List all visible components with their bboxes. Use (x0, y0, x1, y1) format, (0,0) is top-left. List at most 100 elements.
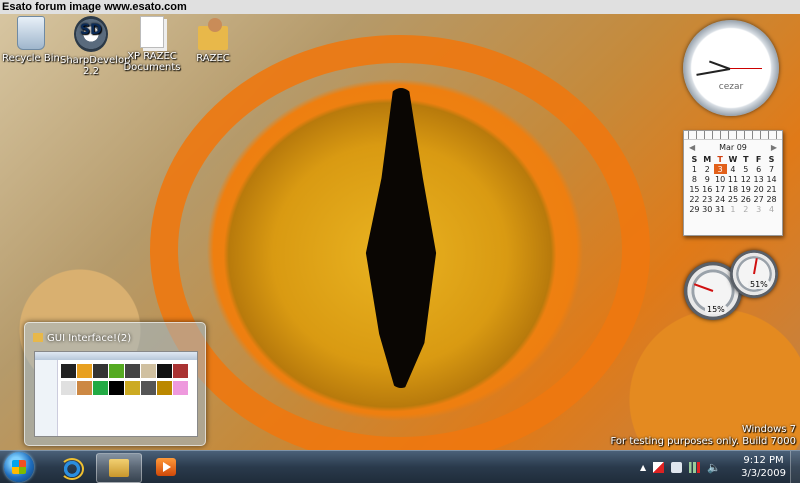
clock-gadget[interactable]: cezar (683, 20, 779, 116)
desktop-icon-sharpdevelop[interactable]: SD SharpDevelop 2.2 (60, 16, 130, 77)
preview-file-tile (141, 364, 156, 378)
preview-file-tile (157, 381, 172, 395)
cpu-value: 15% (705, 305, 727, 314)
taskbar-windows-explorer[interactable] (96, 453, 142, 483)
calendar-day[interactable]: 9 (701, 174, 714, 184)
preview-file-tile (141, 381, 156, 395)
preview-file-tile (77, 364, 92, 378)
volume-icon[interactable]: 🔈 (707, 461, 721, 474)
preview-file-tile (125, 381, 140, 395)
device-icon[interactable] (671, 461, 683, 473)
calendar-rings (684, 131, 782, 140)
calendar-day[interactable]: 10 (714, 174, 727, 184)
calendar-weekday: M (703, 154, 712, 164)
desktop-icon-xp-razec-documents[interactable]: XP RAZEC Documents (121, 16, 183, 73)
clock-second-hand (730, 68, 762, 69)
calendar-weekday: T (743, 154, 749, 164)
calendar-day[interactable]: 11 (727, 174, 740, 184)
taskbar-thumbnail-preview[interactable]: GUI Interface!(2) (24, 322, 206, 446)
preview-file-tile (61, 364, 76, 378)
calendar-day[interactable]: 2 (739, 204, 752, 214)
calendar-weekday: S (768, 154, 775, 164)
notification-area: ▲ 🔈 (640, 455, 721, 479)
calendar-day[interactable]: 23 (701, 194, 714, 204)
calendar-day[interactable]: 25 (727, 194, 740, 204)
desktop-icon-recycle-bin[interactable]: Recycle Bin (0, 16, 62, 64)
calendar-prev-button[interactable]: ◀ (689, 143, 695, 152)
calendar-day[interactable]: 18 (727, 184, 740, 194)
calendar-day[interactable]: 2 (701, 164, 714, 174)
calendar-day[interactable]: 26 (739, 194, 752, 204)
calendar-month: Mar 09 (719, 143, 747, 152)
preview-file-tile (93, 381, 108, 395)
calendar-day[interactable]: 6 (752, 164, 765, 174)
taskbar: ▲ 🔈 9:12 PM 3/3/2009 (0, 450, 800, 483)
calendar-day[interactable]: 16 (701, 184, 714, 194)
calendar-gadget[interactable]: ◀ Mar 09 ▶ SMTWTFS 1 2 3 4 5 6 7 8 9 10 11 12 13 14 15… (683, 130, 783, 236)
calendar-next-button[interactable]: ▶ (771, 143, 777, 152)
calendar-day[interactable]: 31 (714, 204, 727, 214)
calendar-weekday: W (728, 154, 738, 164)
taskbar-internet-explorer[interactable] (48, 453, 92, 481)
calendar-day[interactable]: 21 (765, 184, 778, 194)
calendar-day[interactable]: 17 (714, 184, 727, 194)
calendar-day[interactable]: 12 (739, 174, 752, 184)
network-icon[interactable] (689, 461, 701, 473)
calendar-day[interactable]: 3 (752, 204, 765, 214)
ie-icon (60, 458, 84, 480)
show-hidden-icons-button[interactable]: ▲ (640, 463, 646, 472)
windows-build-watermark: Windows 7 For testing purposes only. Bui… (611, 424, 796, 448)
preview-file-tile (93, 364, 108, 378)
memory-needle (753, 258, 758, 275)
calendar-grid: SMTWTFS 1 2 3 4 5 6 7 8 9 10 11 12 13 14 15 16 17 18 19 20 2… (688, 154, 778, 214)
calendar-weekday: T (717, 154, 723, 164)
calendar-day[interactable]: 30 (701, 204, 714, 214)
memory-meter-gauge[interactable]: 51% (730, 250, 778, 298)
calendar-day[interactable]: 27 (752, 194, 765, 204)
desktop-icon-label: XP RAZEC Documents (123, 51, 181, 73)
preview-file-tile (157, 364, 172, 378)
calendar-day[interactable]: 3 (713, 164, 727, 174)
calendar-day[interactable]: 1 (688, 164, 701, 174)
calendar-day[interactable]: 7 (765, 164, 778, 174)
show-desktop-button[interactable] (790, 451, 800, 483)
calendar-day[interactable]: 8 (688, 174, 701, 184)
calendar-day[interactable]: 14 (765, 174, 778, 184)
desktop[interactable]: Esato forum image www.esato.com Recycle … (0, 0, 800, 450)
desktop-icon-label: Recycle Bin (2, 53, 60, 64)
calendar-day[interactable]: 28 (765, 194, 778, 204)
preview-file-tile (61, 381, 76, 395)
desktop-icon-razec[interactable]: RAZEC (182, 16, 244, 64)
clock-gadget-label: cezar (718, 82, 744, 92)
calendar-day[interactable]: 19 (739, 184, 752, 194)
cpu-needle (693, 283, 714, 292)
calendar-day[interactable]: 29 (688, 204, 701, 214)
user-folder-icon (198, 18, 228, 50)
calendar-day[interactable]: 5 (739, 164, 752, 174)
calendar-day[interactable]: 1 (727, 204, 740, 214)
watermark-build: For testing purposes only. Build 7000 (610, 436, 796, 447)
taskbar-media-player[interactable] (144, 453, 188, 481)
calendar-day[interactable]: 15 (688, 184, 701, 194)
sharpdevelop-icon: SD (74, 16, 108, 52)
system-clock[interactable]: 9:12 PM 3/3/2009 (741, 454, 786, 480)
calendar-weekday: S (691, 154, 698, 164)
action-center-flag-icon[interactable] (653, 461, 665, 473)
start-button[interactable] (4, 452, 34, 482)
folder-icon (109, 459, 129, 477)
preview-file-tile (173, 364, 188, 378)
folder-icon (33, 333, 43, 342)
watermark-os: Windows 7 (741, 424, 796, 435)
calendar-day[interactable]: 24 (714, 194, 727, 204)
desktop-icon-label: RAZEC (196, 53, 230, 64)
memory-value: 51% (748, 280, 770, 289)
calendar-day[interactable]: 20 (752, 184, 765, 194)
media-player-icon (156, 458, 176, 476)
system-time: 9:12 PM (743, 455, 784, 466)
windows-logo-icon (12, 460, 26, 474)
calendar-day[interactable]: 4 (765, 204, 778, 214)
calendar-day[interactable]: 4 (727, 164, 740, 174)
preview-file-tile (173, 381, 188, 395)
calendar-day[interactable]: 22 (688, 194, 701, 204)
calendar-day[interactable]: 13 (752, 174, 765, 184)
